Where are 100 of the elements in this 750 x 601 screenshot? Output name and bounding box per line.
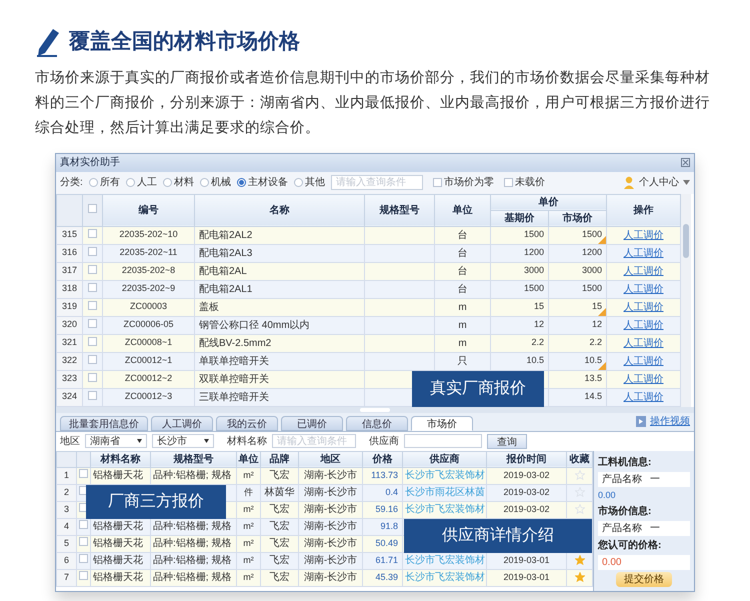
category-radio[interactable]: 主材设备 [236,175,288,190]
star-icon[interactable] [574,470,584,480]
table-cell: 10.5 [584,355,602,366]
table-cell: m² [243,572,254,582]
close-icon[interactable] [681,158,690,167]
table-cell: 钢管公称口径 40mm以内 [199,320,310,330]
tab[interactable]: 人工调价 [151,416,213,430]
region-select[interactable]: 湖南省 [85,434,147,448]
product-field: 产品名称 一 [598,521,690,536]
search-field[interactable]: 请输入查询条件 [330,175,423,190]
row-checkbox[interactable] [88,228,97,238]
table-cell: 15 [592,301,602,312]
star-icon[interactable] [574,504,584,514]
row-checkbox[interactable] [88,282,97,292]
table-cell: m² [243,554,254,565]
user-menu[interactable]: 个人中心 [639,175,679,190]
category-radio[interactable]: 材料 [162,175,194,190]
option-checkbox[interactable]: 市场价为零 [432,175,494,190]
user-icon [623,176,635,189]
table-cell: 湖南-长沙市 [304,521,358,532]
table-cell: m [458,320,467,330]
tab[interactable]: 批量套用信息价 [60,416,148,430]
table-cell: 1500 [582,283,602,294]
table-cell: 1500 [524,229,544,240]
star-icon[interactable] [574,572,584,582]
intro-paragraph: 市场价来源于真实的厂商报价或者造价信息期刊中的市场价部分，我们的市场价数据会尽量采集每种材料的三个厂商报价，分别来源于：湖南省内、业内最低报价、业内最高报价，用户可根据三方报价进行综合处理，然后计算出满足要求的综合价。 [35,68,711,138]
column-header: 单位 [236,451,260,467]
tab[interactable]: 信息价 [346,416,408,430]
select-all-checkbox[interactable] [88,204,97,212]
help-video-link[interactable]: 操作视频 [650,414,690,429]
row-number: 1 [64,470,69,480]
star-icon[interactable] [574,555,584,566]
window-title: 真材实价助手 [60,156,120,170]
row-checkbox[interactable] [79,520,88,529]
table-cell: 铝格栅天花 [93,470,143,481]
table-cell: 飞宏 [270,470,290,481]
table-cell: 铝格栅天花 [93,521,143,532]
row-checkbox[interactable] [88,246,97,256]
category-radio[interactable]: 人工 [126,175,157,190]
row-number: 319 [62,301,78,312]
table-cell: 三联单控暗开关 [199,392,269,402]
row-checkbox[interactable] [79,554,88,563]
table-cell: 3000 [524,265,544,276]
table-cell: 台 [458,284,468,294]
table-cell: 2019-03-02 [503,470,550,480]
region-select[interactable]: 长沙市 [152,434,214,448]
scrollbar[interactable] [681,194,691,406]
table-cell: 台 [458,248,468,258]
table-cell: 22035-202~10 [119,229,178,240]
table-cell: 林茵华 [264,487,294,498]
submit-price-button[interactable]: 提交价格 [616,572,672,587]
tab[interactable]: 市场价 [411,416,473,430]
row-number: 318 [62,283,78,294]
approved-price-field[interactable]: 0.00 [598,555,690,570]
row-checkbox[interactable] [88,390,97,400]
table-cell: m² [243,520,254,531]
column-header: 规格型号 [364,194,434,226]
dropdown-icon[interactable] [137,439,142,443]
column-header: 基期价 [490,210,548,226]
row-number: 324 [62,391,78,402]
row-checkbox[interactable] [88,372,97,382]
material-field[interactable]: 请输入查询条件 [272,434,356,448]
tab[interactable]: 已调价 [281,416,343,430]
table-cell: 2019-03-01 [503,554,550,565]
table-cell: 10.5 [526,355,544,366]
category-radio[interactable]: 机械 [200,175,231,190]
row-checkbox[interactable] [88,300,97,310]
table-cell: ZC00006-05 [123,319,174,330]
category-radio[interactable]: 所有 [88,175,120,190]
row-number: 322 [62,355,78,366]
table-cell: 配电箱2AL [199,266,247,276]
supplier-field[interactable] [404,434,482,448]
row-checkbox[interactable] [79,469,88,478]
dropdown-icon[interactable] [204,439,209,443]
table-cell: 飞宏 [270,572,290,583]
column-header: 规格型号 [150,451,236,467]
table-cell: 12 [534,319,544,330]
row-checkbox[interactable] [79,571,88,580]
panel-title: 市场价信息: [598,504,652,519]
video-icon [636,416,646,427]
row-checkbox[interactable] [79,537,88,546]
table-cell: 15 [534,301,544,312]
tab[interactable]: 我的云价 [216,416,278,430]
category-radio[interactable]: 其他 [294,175,325,190]
table-cell: 配电箱2AL3 [199,248,252,258]
table-cell: 2019-03-01 [503,572,550,582]
table-cell: 只 [458,356,468,366]
table-cell: 45.39 [375,572,398,582]
table-cell: 台 [458,230,468,240]
row-checkbox[interactable] [88,264,97,274]
row-checkbox[interactable] [88,318,97,328]
table-cell: 铝格栅天花 [93,555,143,566]
table-cell: 13.5 [584,373,602,384]
option-checkbox[interactable]: 未载价 [504,175,545,190]
row-number: 4 [64,520,69,531]
row-checkbox[interactable] [88,336,97,346]
query-button[interactable]: 查询 [487,434,527,448]
row-checkbox[interactable] [88,354,97,364]
column-header: 品牌 [260,451,298,467]
row-number: 315 [62,229,78,240]
